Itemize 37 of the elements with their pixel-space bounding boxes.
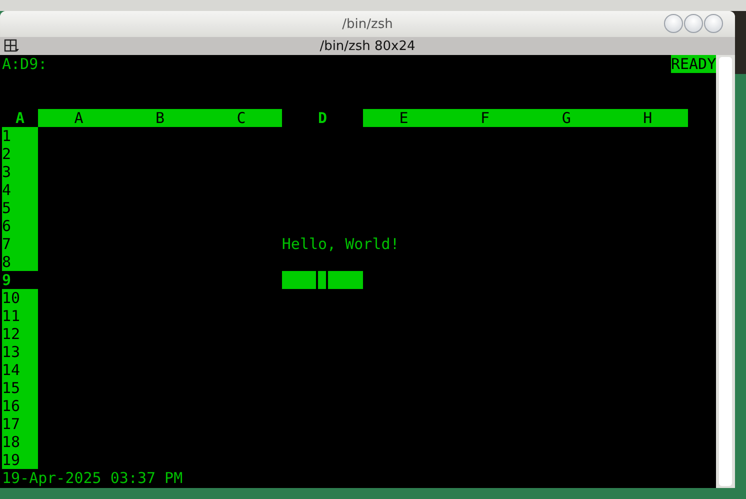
row-header[interactable]: 13 (2, 343, 38, 361)
window-title: /bin/zsh (342, 16, 393, 32)
row-header[interactable]: 6 (2, 217, 38, 235)
mode-indicator: READY (670, 55, 716, 73)
window-button[interactable] (664, 14, 683, 33)
window-button[interactable] (704, 14, 723, 33)
cell-text: Hello, World! (282, 235, 400, 253)
row-header[interactable]: 7 (2, 235, 38, 253)
row-header[interactable]: 17 (2, 415, 38, 433)
row-header[interactable]: 4 (2, 181, 38, 199)
column-header[interactable]: H (606, 109, 688, 127)
row-header[interactable]: 16 (2, 397, 38, 415)
row-header[interactable]: 12 (2, 325, 38, 343)
tab-title[interactable]: /bin/zsh 80x24 (320, 38, 416, 54)
row-header[interactable]: 8 (2, 253, 38, 271)
split-view-icon[interactable] (4, 39, 20, 53)
status-timestamp: 19-Apr-2025 03:37 PM (2, 469, 183, 487)
column-header[interactable]: A (38, 109, 120, 127)
row-header[interactable]: 3 (2, 163, 38, 181)
column-header[interactable]: E (363, 109, 444, 127)
row-header[interactable]: 19 (2, 451, 38, 469)
row-header[interactable]: 5 (2, 199, 38, 217)
row-header[interactable]: 18 (2, 433, 38, 451)
row-header[interactable]: 14 (2, 361, 38, 379)
row-header[interactable]: 1 (2, 127, 38, 145)
cell-reference: A:D9: (2, 55, 48, 73)
sheet-corner: A (14, 109, 26, 127)
column-header[interactable]: B (119, 109, 201, 127)
column-header[interactable]: G (526, 109, 607, 127)
row-header[interactable]: 10 (2, 289, 38, 307)
window-button[interactable] (684, 14, 703, 33)
column-header[interactable]: C (200, 109, 282, 127)
scrollbar[interactable] (716, 55, 735, 488)
row-header[interactable]: 15 (2, 379, 38, 397)
column-header[interactable]: F (444, 109, 526, 127)
row-header[interactable]: 11 (2, 307, 38, 325)
row-header[interactable]: 2 (2, 145, 38, 163)
